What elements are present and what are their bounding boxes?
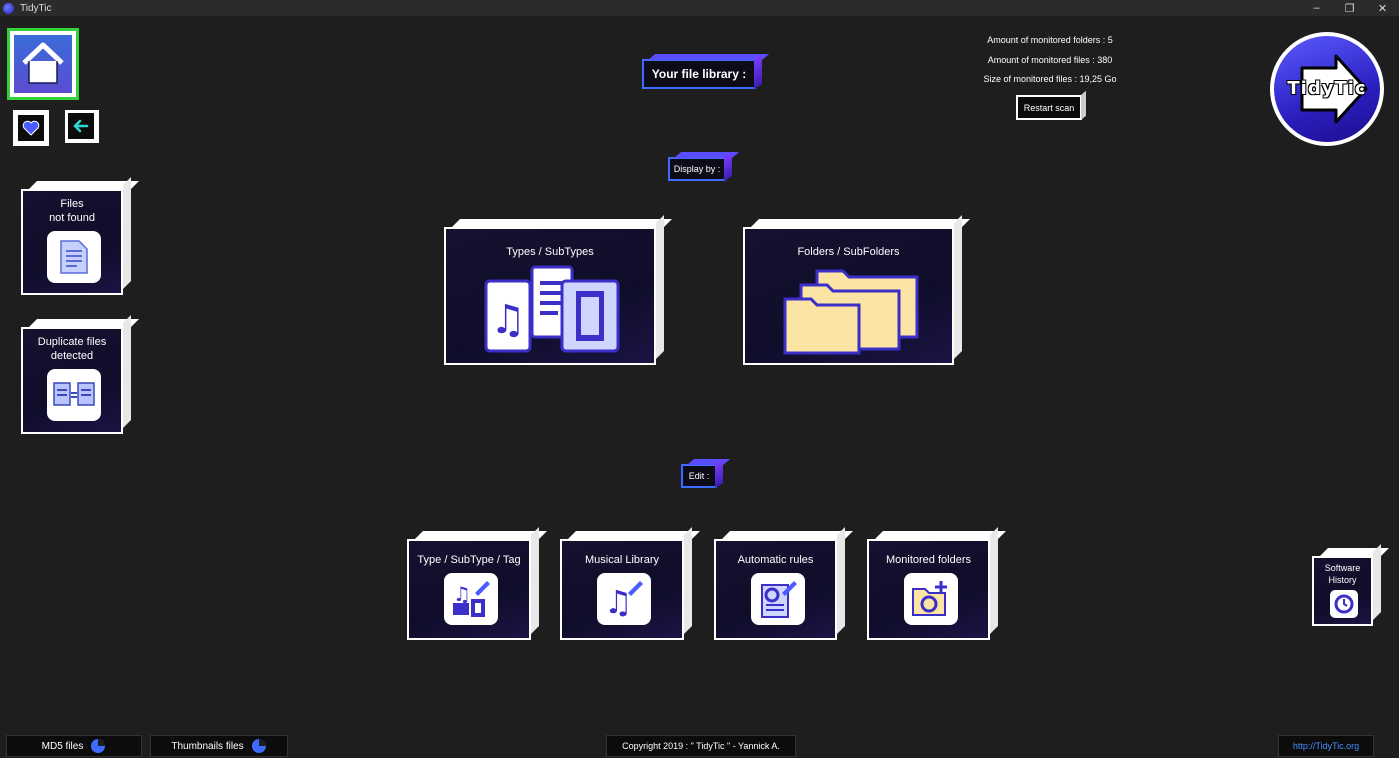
files-not-found-label: Files not found — [49, 198, 95, 224]
types-subtypes-label: Types / SubTypes — [506, 246, 594, 258]
back-arrow-icon — [73, 119, 89, 133]
window-controls: – ❐ ✕ — [1300, 0, 1399, 16]
rules-edit-icon — [761, 581, 797, 618]
edit-label: Edit : — [688, 471, 710, 481]
tag-edit-icon: ♫ — [453, 581, 490, 617]
folders-subfolders-card[interactable]: Folders / SubFolders — [743, 227, 954, 365]
edit-tags-card[interactable]: Type / SubType / Tag ♫ — [407, 539, 531, 640]
automatic-rules-label: Automatic rules — [737, 554, 814, 566]
types-subtypes-card[interactable]: Types / SubTypes ♫ — [444, 227, 656, 365]
app-icon — [3, 2, 14, 14]
musical-library-tile: ♫ — [597, 573, 651, 625]
restart-scan-button[interactable]: Restart scan — [1016, 95, 1082, 120]
favorites-button[interactable] — [13, 110, 49, 146]
md5-files-button[interactable]: MD5 files — [6, 735, 142, 757]
home-tile — [14, 35, 72, 93]
music-edit-icon: ♫ — [604, 581, 643, 619]
monitored-folders-label: Monitored folders — [886, 554, 971, 566]
duplicate-files-label: Duplicate files detected — [37, 336, 107, 362]
favorites-tile — [18, 115, 44, 141]
logo-text: TidyTic — [1287, 78, 1367, 99]
folder-add-icon — [912, 581, 947, 616]
display-by-label: Display by : — [673, 164, 721, 174]
files-not-found-card[interactable]: Files not found — [21, 189, 123, 295]
app-window: TidyTic – ❐ ✕ Your file library : Amount… — [0, 0, 1399, 758]
document-icon — [60, 240, 88, 274]
logo-badge: TidyTic — [1274, 36, 1380, 142]
pie-icon — [91, 739, 106, 753]
folders-icon — [783, 269, 919, 355]
library-label: Your file library : — [651, 67, 747, 81]
display-by-header: Display by : — [668, 152, 740, 181]
home-button[interactable] — [7, 28, 79, 100]
musical-library-card[interactable]: Musical Library ♫ — [560, 539, 684, 640]
software-history-card[interactable]: Software History — [1312, 556, 1373, 626]
folders-count: Amount of monitored folders : 5 — [987, 35, 1113, 45]
back-button[interactable] — [65, 110, 99, 143]
library-header: Your file library : — [642, 54, 770, 89]
thumbnails-files-label: Thumbnails files — [171, 740, 244, 752]
pie-icon — [251, 739, 266, 753]
files-size: Size of monitored files : 19,25 Go — [983, 74, 1117, 84]
duplicate-files-tile — [47, 369, 101, 421]
svg-text:♫: ♫ — [604, 583, 633, 619]
musical-library-label: Musical Library — [585, 554, 659, 566]
monitored-folders-card[interactable]: Monitored folders — [867, 539, 990, 640]
md5-files-label: MD5 files — [41, 740, 84, 752]
svg-text:♫: ♫ — [490, 297, 526, 343]
back-tile — [68, 113, 94, 139]
automatic-rules-card[interactable]: Automatic rules — [714, 539, 837, 640]
files-count: Amount of monitored files : 380 — [987, 55, 1113, 65]
home-icon — [22, 42, 64, 84]
restore-button[interactable]: ❐ — [1333, 0, 1366, 16]
history-icon — [1334, 594, 1354, 614]
files-not-found-tile — [47, 231, 101, 283]
website-link[interactable]: http://TidyTic.org — [1278, 735, 1374, 757]
duplicate-icon — [53, 382, 95, 406]
close-button[interactable]: ✕ — [1366, 0, 1399, 16]
copyright-text: Copyright 2019 : " TidyTic " - Yannick A… — [606, 735, 796, 757]
edit-tags-label: Type / SubType / Tag — [417, 554, 521, 566]
monitored-folders-tile — [904, 573, 958, 625]
software-history-label: Software History — [1324, 563, 1361, 585]
software-history-tile — [1330, 590, 1358, 618]
thumbnails-files-button[interactable]: Thumbnails files — [150, 735, 288, 757]
heart-icon — [22, 120, 40, 136]
tidytic-logo: TidyTic — [1270, 32, 1384, 146]
svg-text:♫: ♫ — [453, 582, 471, 606]
folders-subfolders-label: Folders / SubFolders — [797, 246, 900, 258]
title-bar: TidyTic – ❐ ✕ — [0, 0, 1399, 16]
window-title: TidyTic — [20, 2, 52, 14]
duplicate-files-card[interactable]: Duplicate files detected — [21, 327, 123, 434]
automatic-rules-tile — [751, 573, 805, 625]
media-files-icon: ♫ — [484, 265, 620, 353]
minimize-button[interactable]: – — [1300, 0, 1333, 16]
edit-tags-tile: ♫ — [444, 573, 498, 625]
edit-header: Edit : — [681, 459, 731, 488]
